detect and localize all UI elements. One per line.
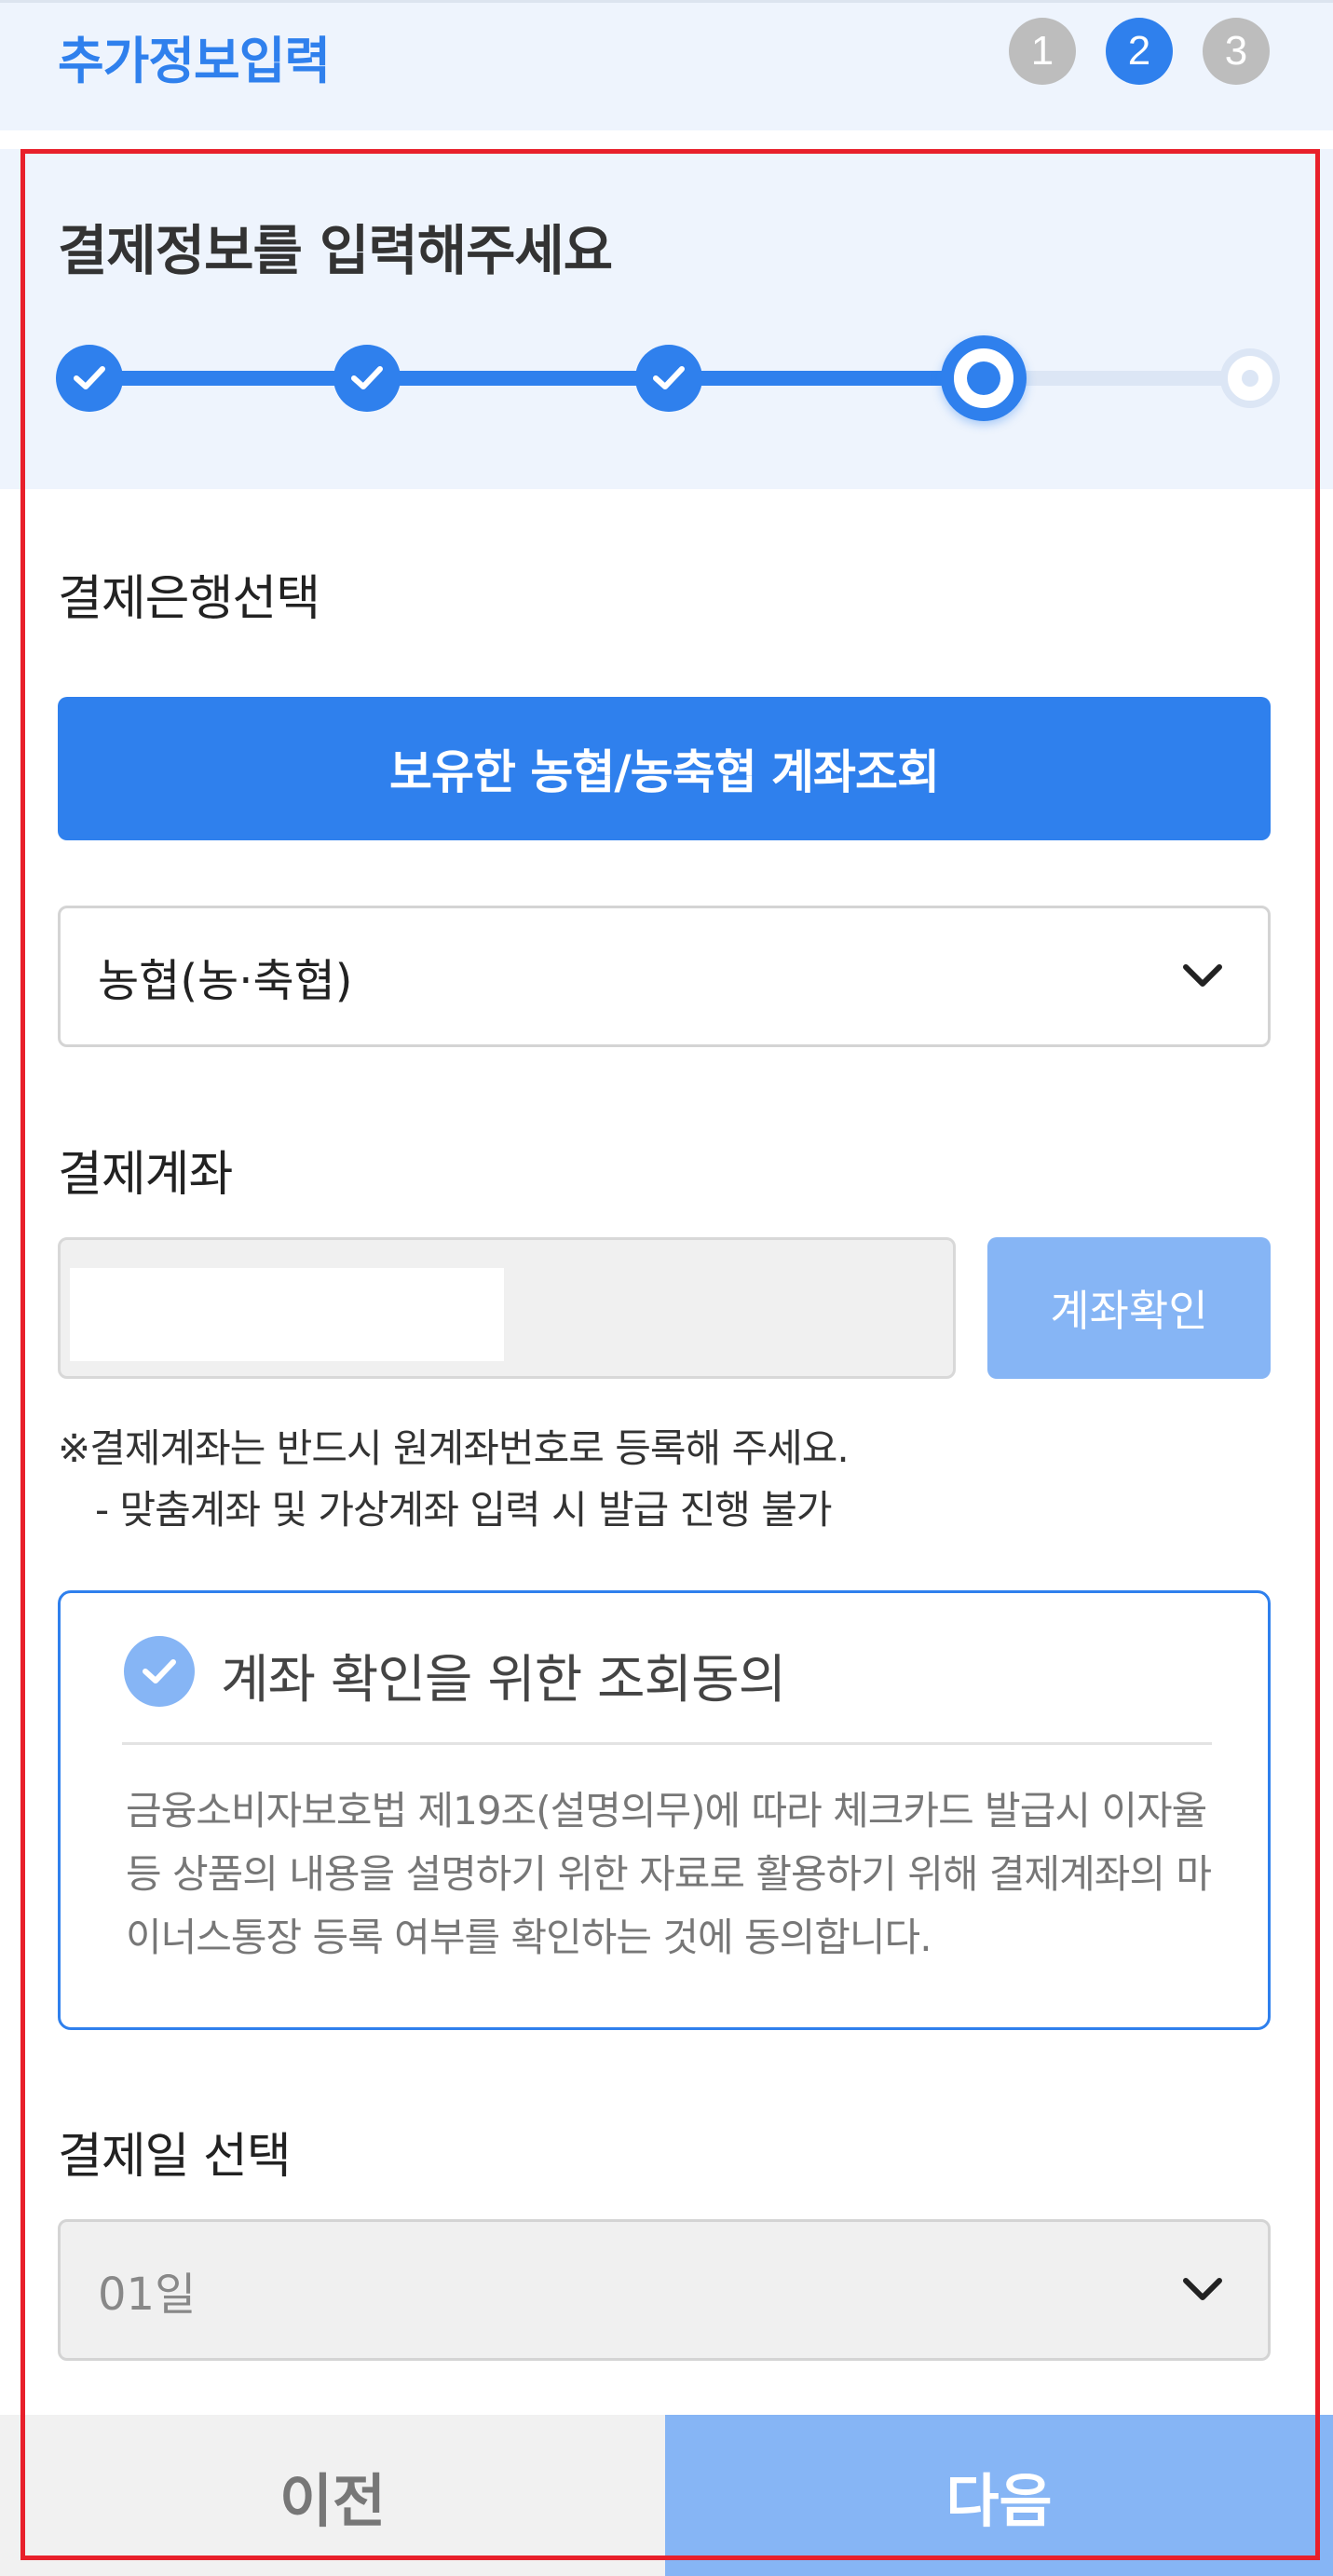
step-dot-2: 2 <box>1106 18 1173 85</box>
bank-select[interactable]: 농협(농·축협) <box>58 906 1271 1047</box>
section-heading: 결제정보를 입력해주세요 <box>58 219 613 282</box>
consent-title: 계좌 확인을 위한 조회동의 <box>221 1650 786 1711</box>
next-button[interactable]: 다음 <box>665 2415 1333 2576</box>
header: 추가정보입력 1 2 3 <box>0 0 1333 130</box>
prev-button[interactable]: 이전 <box>0 2415 665 2576</box>
bank-select-value: 농협(농·축협) <box>98 955 353 1007</box>
account-notice: ※결제계좌는 반드시 원계좌번호로 등록해 주세요. - 맞춤계좌 및 가상계좌… <box>58 1418 850 1541</box>
account-confirm-button[interactable]: 계좌확인 <box>987 1237 1271 1379</box>
progress-node-current <box>941 335 1027 421</box>
account-label: 결제계좌 <box>58 1147 233 1203</box>
consent-box[interactable]: 계좌 확인을 위한 조회동의 금융소비자보호법 제19조(설명의무)에 따라 체… <box>58 1590 1271 2030</box>
progress-node-done-check-icon <box>635 345 702 412</box>
masked-account-value <box>70 1268 504 1361</box>
payment-day-value: 01일 <box>98 2269 197 2321</box>
progress-node-future <box>1220 348 1280 408</box>
account-number-input[interactable] <box>58 1237 956 1379</box>
step-indicator: 1 2 3 <box>1009 18 1270 85</box>
step-dot-3: 3 <box>1203 18 1270 85</box>
payment-day-select[interactable]: 01일 <box>58 2219 1271 2361</box>
consent-body: 금융소비자보호법 제19조(설명의무)에 따라 체크카드 발급시 이자율 등 상… <box>126 1788 1212 1960</box>
progress-node-done-check-icon <box>56 345 123 412</box>
progress-section: 결제정보를 입력해주세요 <box>0 149 1333 489</box>
notice-line-1: ※결제계좌는 반드시 원계좌번호로 등록해 주세요. <box>58 1425 850 1471</box>
payment-day-label: 결제일 선택 <box>58 2129 292 2185</box>
notice-line-2: - 맞춤계좌 및 가상계좌 입력 시 발급 진행 불가 <box>95 1487 832 1533</box>
check-circle-icon[interactable] <box>124 1636 195 1707</box>
page-title: 추가정보입력 <box>58 32 331 90</box>
progress-node-done-check-icon <box>333 345 401 412</box>
chevron-down-icon <box>1183 2278 1222 2300</box>
step-dot-1: 1 <box>1009 18 1076 85</box>
chevron-down-icon <box>1183 964 1222 987</box>
progress-track-fill <box>89 371 984 386</box>
divider <box>122 1742 1212 1745</box>
bank-label: 결제은행선택 <box>58 571 320 627</box>
bottom-nav-bar: 이전 다음 <box>0 2415 1333 2576</box>
account-lookup-button[interactable]: 보유한 농협/농축협 계좌조회 <box>58 697 1271 840</box>
